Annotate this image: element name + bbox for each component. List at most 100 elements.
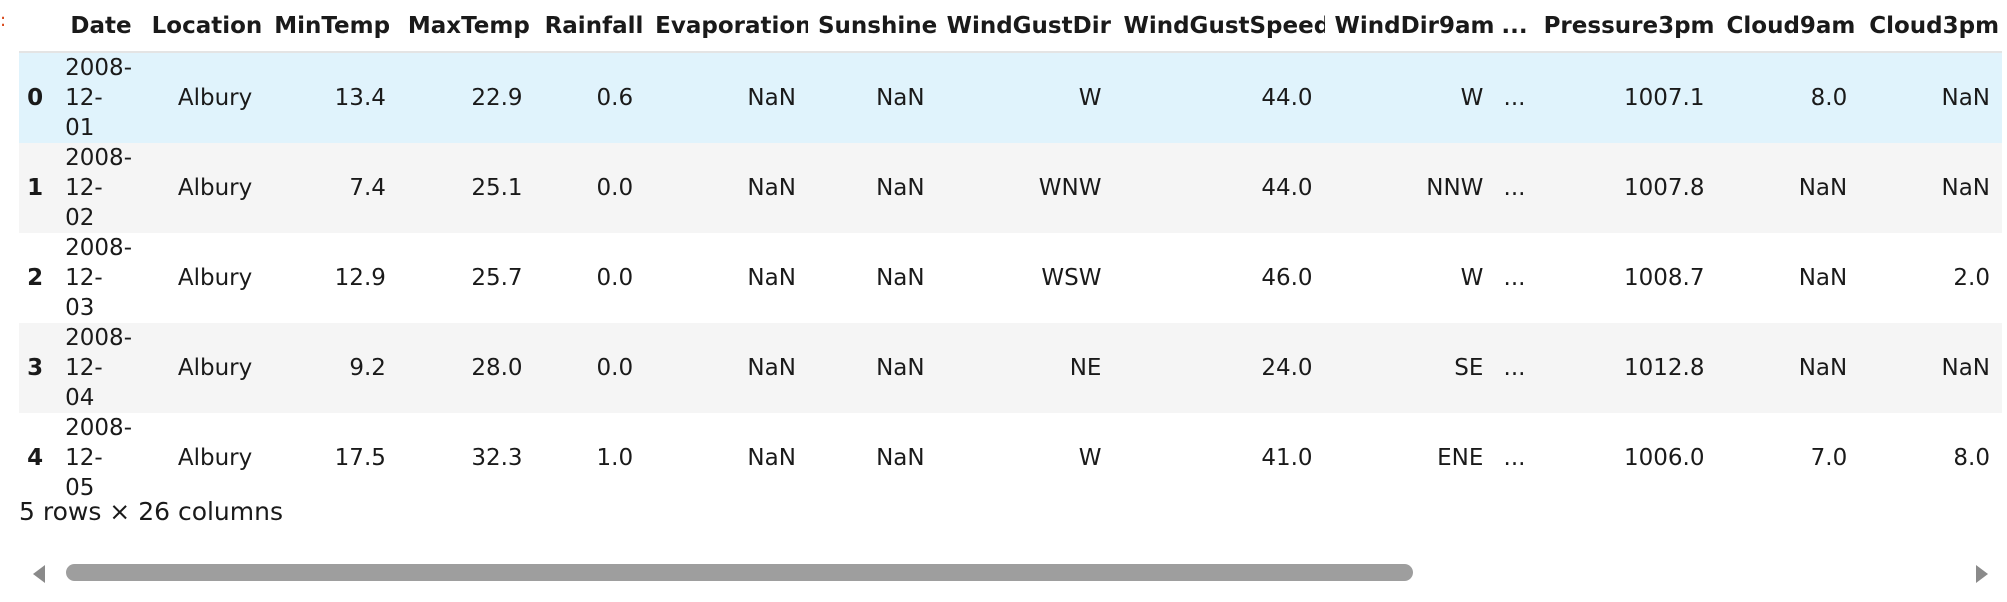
cell-location: Albury	[177, 355, 253, 381]
cell-cloud9am: NaN	[1798, 355, 1848, 381]
cell-windgustdir: WSW	[1041, 265, 1102, 291]
cell-sunshine: NaN	[876, 265, 925, 291]
cell-cloud9am: 7.0	[1810, 445, 1848, 471]
cell-windgustdir: W	[1078, 445, 1102, 471]
table-row[interactable]: 2 2008-12-03 Albury 12.9 25.7 0.0 NaN NaN WSW 46.…	[19, 233, 2002, 323]
column-header-winddir9am: WindDir9am	[1324, 0, 1496, 53]
cell-evaporation: NaN	[747, 175, 796, 201]
table-row[interactable]: 3 2008-12-04 Albury 9.2 28.0 0.0 NaN NaN NE 24.0 S…	[19, 323, 2002, 413]
cell-cloud3pm: 2.0	[1953, 265, 1990, 291]
column-header-mintemp: MinTemp	[264, 0, 398, 53]
dataframe-output: Date Location MinTemp MaxTemp Rainfall Evapor…	[19, 0, 2007, 503]
horizontal-scrollbar[interactable]	[19, 558, 2002, 588]
column-header-location: Location	[141, 0, 265, 53]
scroll-right-arrow-icon[interactable]	[1976, 565, 1988, 583]
row-index: 1	[27, 175, 44, 201]
cell-date: 2008-12-04	[65, 325, 132, 411]
table-row[interactable]: 0 2008-12-01 Albury 13.4 22.9 0.6 NaN NaN W 44.0 W…	[19, 52, 2002, 143]
cell-pressure3pm: 1006.0	[1624, 445, 1705, 471]
cell-winddir9am: W	[1460, 265, 1484, 291]
table-row[interactable]: 1 2008-12-02 Albury 7.4 25.1 0.0 NaN NaN WNW 44.0…	[19, 143, 2002, 233]
cell-windgustdir: NE	[1069, 355, 1102, 381]
row-index: 3	[27, 355, 44, 381]
cell-cloud3pm: NaN	[1941, 175, 1990, 201]
cell-ellipsis: ...	[1503, 265, 1526, 291]
cell-maxtemp: 32.3	[471, 445, 523, 471]
row-index: 2	[27, 265, 44, 291]
column-header-cloud3pm: Cloud3pm	[1859, 0, 2002, 53]
cell-date: 2008-12-02	[65, 145, 132, 231]
cell-rainfall: 1.0	[596, 445, 634, 471]
cell-winddir9am: W	[1460, 85, 1484, 111]
cell-ellipsis: ...	[1503, 355, 1526, 381]
output-prompt-marker: :	[0, 10, 7, 31]
cell-cloud3pm: NaN	[1941, 85, 1990, 111]
cell-windgustspeed: 41.0	[1261, 445, 1313, 471]
cell-date: 2008-12-05	[65, 415, 132, 501]
cell-location: Albury	[177, 175, 253, 201]
table-header-row: Date Location MinTemp MaxTemp Rainfall Evapor…	[19, 0, 2002, 53]
column-header-evaporation: Evaporation	[645, 0, 808, 53]
cell-sunshine: NaN	[876, 355, 925, 381]
cell-cloud9am: 8.0	[1810, 85, 1848, 111]
cell-ellipsis: ...	[1503, 175, 1526, 201]
cell-ellipsis: ...	[1503, 445, 1526, 471]
row-index: 0	[27, 85, 44, 111]
column-header-windgustspeed: WindGustSpeed	[1113, 0, 1325, 53]
cell-mintemp: 12.9	[334, 265, 386, 291]
cell-maxtemp: 22.9	[471, 85, 523, 111]
cell-evaporation: NaN	[747, 355, 796, 381]
cell-windgustspeed: 44.0	[1261, 85, 1313, 111]
column-header-rainfall: Rainfall	[534, 0, 646, 53]
dataframe-shape-label: 5 rows × 26 columns	[19, 497, 284, 526]
cell-maxtemp: 28.0	[471, 355, 523, 381]
cell-cloud3pm: 8.0	[1953, 445, 1990, 471]
cell-location: Albury	[177, 265, 253, 291]
cell-location: Albury	[177, 445, 253, 471]
column-header-pressure3pm: Pressure3pm	[1533, 0, 1717, 53]
scroll-left-arrow-icon[interactable]	[33, 565, 45, 583]
cell-maxtemp: 25.7	[471, 265, 523, 291]
cell-pressure3pm: 1008.7	[1624, 265, 1705, 291]
cell-winddir9am: ENE	[1437, 445, 1484, 471]
column-header-sunshine: Sunshine	[807, 0, 937, 53]
cell-maxtemp: 25.1	[471, 175, 523, 201]
table-row[interactable]: 4 2008-12-05 Albury 17.5 32.3 1.0 NaN NaN W 41.0 E…	[19, 413, 2002, 503]
column-header-cloud9am: Cloud9am	[1716, 0, 1860, 53]
notebook-output: : Date Location MinTemp MaxTemp Rainfall…	[0, 0, 2007, 602]
column-header-windgustdir: WindGustDir	[936, 0, 1114, 53]
cell-rainfall: 0.6	[596, 85, 634, 111]
dataframe-table: Date Location MinTemp MaxTemp Rainfall Evapor…	[19, 0, 2002, 503]
column-header-maxtemp: MaxTemp	[397, 0, 535, 53]
cell-rainfall: 0.0	[596, 355, 634, 381]
cell-cloud9am: NaN	[1798, 175, 1848, 201]
cell-date: 2008-12-01	[65, 55, 132, 141]
cell-cloud9am: NaN	[1798, 265, 1848, 291]
cell-mintemp: 7.4	[349, 175, 386, 201]
cell-pressure3pm: 1007.1	[1624, 85, 1705, 111]
cell-windgustdir: W	[1078, 85, 1102, 111]
row-index: 4	[27, 445, 44, 471]
cell-mintemp: 17.5	[334, 445, 386, 471]
table-body: 0 2008-12-01 Albury 13.4 22.9 0.6 NaN NaN W 44.0 W…	[19, 52, 2002, 503]
cell-windgustspeed: 46.0	[1261, 265, 1313, 291]
cell-pressure3pm: 1007.8	[1624, 175, 1705, 201]
cell-rainfall: 0.0	[596, 265, 634, 291]
cell-evaporation: NaN	[747, 445, 796, 471]
cell-windgustspeed: 44.0	[1261, 175, 1313, 201]
cell-ellipsis: ...	[1503, 85, 1526, 111]
cell-sunshine: NaN	[876, 175, 925, 201]
column-header-ellipsis: ...	[1495, 0, 1534, 53]
cell-rainfall: 0.0	[596, 175, 634, 201]
cell-windgustspeed: 24.0	[1261, 355, 1313, 381]
cell-evaporation: NaN	[747, 85, 796, 111]
cell-evaporation: NaN	[747, 265, 796, 291]
cell-windgustdir: WNW	[1038, 175, 1102, 201]
cell-sunshine: NaN	[876, 85, 925, 111]
cell-mintemp: 9.2	[349, 355, 386, 381]
column-header-date: Date	[51, 0, 142, 53]
scrollbar-thumb[interactable]	[66, 564, 1413, 581]
column-header-index	[19, 0, 52, 53]
cell-cloud3pm: NaN	[1941, 355, 1990, 381]
cell-winddir9am: SE	[1454, 355, 1484, 381]
